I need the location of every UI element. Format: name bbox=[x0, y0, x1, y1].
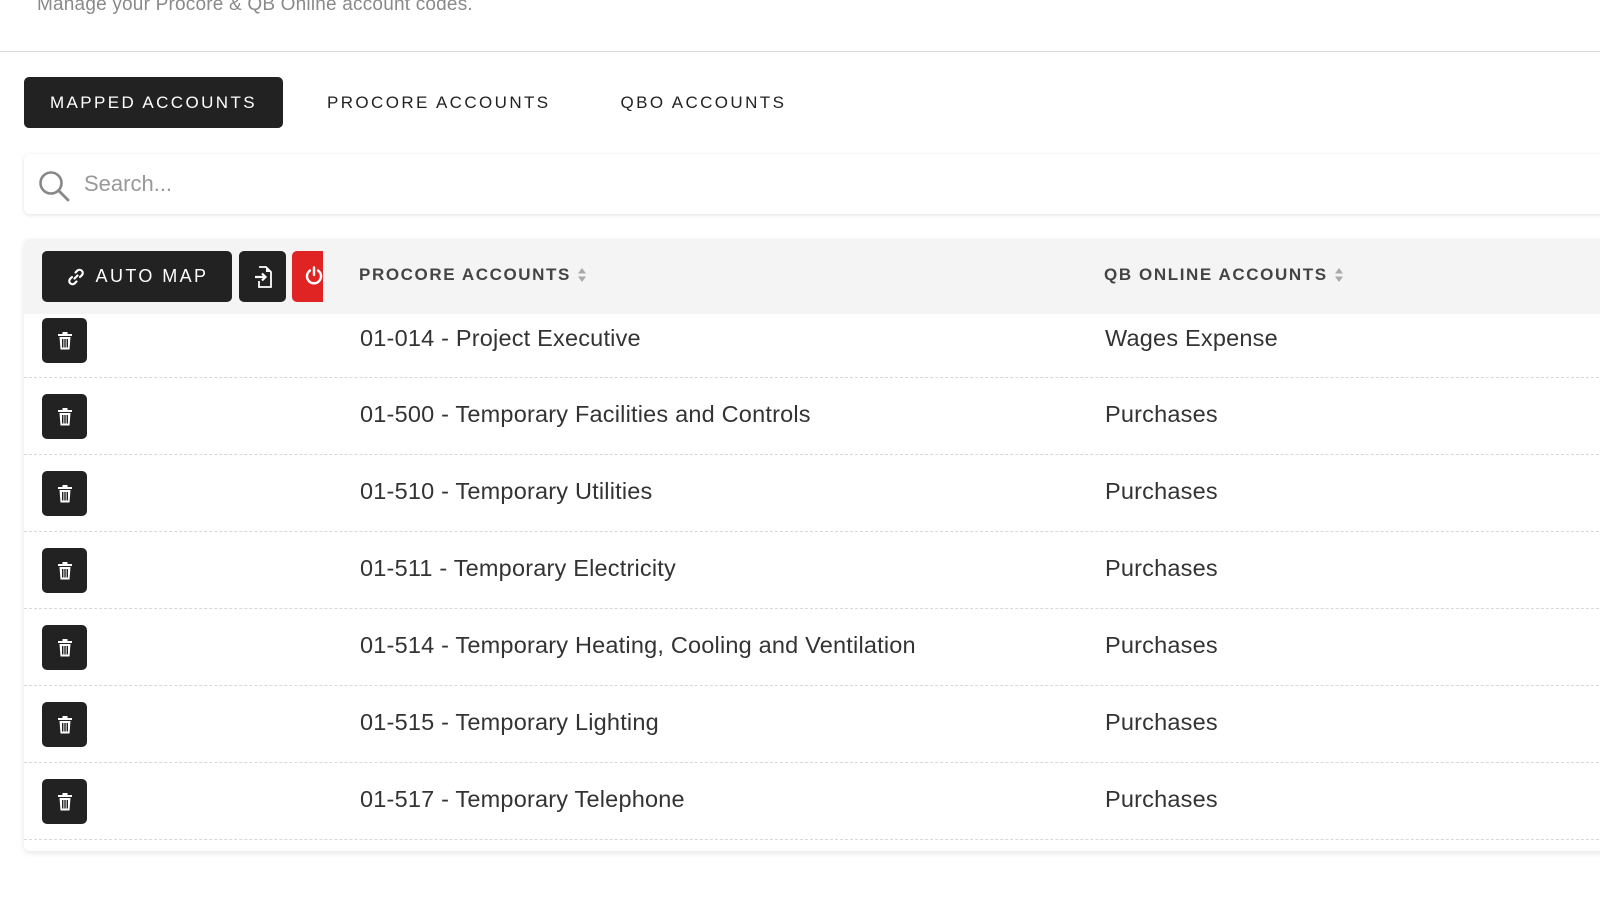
qbo-account-cell: Purchases bbox=[1105, 786, 1218, 812]
delete-mapping-button[interactable] bbox=[42, 702, 87, 747]
mapped-accounts-table: AUTO MAP PROCORE ACCOUNTS QB ONLINE ACCO… bbox=[24, 239, 1600, 851]
link-icon bbox=[67, 268, 84, 285]
trash-icon bbox=[57, 715, 72, 733]
procore-account-cell: 01-511 - Temporary Electricity bbox=[360, 555, 676, 581]
trash-icon bbox=[57, 638, 72, 656]
search-icon bbox=[39, 171, 70, 202]
tab-mapped-accounts[interactable]: MAPPED ACCOUNTS bbox=[24, 77, 283, 128]
qbo-account-cell: Purchases bbox=[1105, 632, 1218, 658]
table-row: 01-014 - Project Executive Wages Expense bbox=[24, 314, 1600, 378]
sort-icon bbox=[577, 268, 586, 282]
delete-mapping-button[interactable] bbox=[42, 318, 87, 363]
qbo-account-cell: Purchases bbox=[1105, 555, 1218, 581]
delete-mapping-button[interactable] bbox=[42, 548, 87, 593]
trash-icon bbox=[57, 407, 72, 425]
file-import-icon bbox=[254, 265, 272, 288]
delete-mapping-button[interactable] bbox=[42, 471, 87, 516]
qbo-account-cell: Purchases bbox=[1105, 709, 1218, 735]
table-row: 01-500 - Temporary Facilities and Contro… bbox=[24, 378, 1600, 455]
column-header-procore[interactable]: PROCORE ACCOUNTS bbox=[359, 265, 587, 285]
table-row: 01-514 - Temporary Heating, Cooling and … bbox=[24, 609, 1600, 686]
table-row: 01-510 - Temporary Utilities Purchases bbox=[24, 455, 1600, 532]
column-header-qbo[interactable]: QB ONLINE ACCOUNTS bbox=[1104, 265, 1344, 285]
delete-mapping-button[interactable] bbox=[42, 394, 87, 439]
tab-procore-accounts[interactable]: PROCORE ACCOUNTS bbox=[327, 77, 551, 128]
page-subtitle: Manage your Procore & QB Online account … bbox=[37, 0, 473, 15]
qbo-account-cell: Wages Expense bbox=[1105, 325, 1278, 351]
procore-account-cell: 01-014 - Project Executive bbox=[360, 325, 641, 351]
search-bar bbox=[24, 154, 1600, 214]
column-header-qbo-label: QB ONLINE ACCOUNTS bbox=[1104, 265, 1328, 284]
table-row: 01-515 - Temporary Lighting Purchases bbox=[24, 686, 1600, 763]
procore-account-cell: 01-514 - Temporary Heating, Cooling and … bbox=[360, 632, 916, 658]
table-header: AUTO MAP PROCORE ACCOUNTS QB ONLINE ACCO… bbox=[24, 239, 1600, 314]
procore-account-cell: 01-517 - Temporary Telephone bbox=[360, 786, 685, 812]
trash-icon bbox=[57, 792, 72, 810]
table-body: 01-014 - Project Executive Wages Expense… bbox=[24, 314, 1600, 840]
search-input[interactable] bbox=[84, 166, 1484, 202]
trash-icon bbox=[57, 561, 72, 579]
procore-account-cell: 01-510 - Temporary Utilities bbox=[360, 478, 653, 504]
delete-mapping-button[interactable] bbox=[42, 779, 87, 824]
table-row: 01-511 - Temporary Electricity Purchases bbox=[24, 532, 1600, 609]
procore-account-cell: 01-515 - Temporary Lighting bbox=[360, 709, 659, 735]
trash-icon bbox=[57, 484, 72, 502]
trash-icon bbox=[57, 331, 72, 349]
tab-bar: MAPPED ACCOUNTS PROCORE ACCOUNTS QBO ACC… bbox=[24, 77, 786, 128]
procore-account-cell: 01-500 - Temporary Facilities and Contro… bbox=[360, 401, 811, 427]
auto-map-label: AUTO MAP bbox=[95, 266, 209, 286]
qbo-account-cell: Purchases bbox=[1105, 401, 1218, 427]
table-row: 01-517 - Temporary Telephone Purchases bbox=[24, 763, 1600, 840]
header-divider bbox=[0, 51, 1600, 52]
auto-map-button[interactable]: AUTO MAP bbox=[42, 251, 232, 302]
disconnect-button[interactable] bbox=[292, 251, 323, 302]
power-icon bbox=[305, 266, 323, 285]
column-header-procore-label: PROCORE ACCOUNTS bbox=[359, 265, 571, 284]
qbo-account-cell: Purchases bbox=[1105, 478, 1218, 504]
import-export-button[interactable] bbox=[239, 251, 286, 302]
tab-qbo-accounts[interactable]: QBO ACCOUNTS bbox=[621, 77, 787, 128]
sort-icon bbox=[1334, 268, 1343, 282]
delete-mapping-button[interactable] bbox=[42, 625, 87, 670]
